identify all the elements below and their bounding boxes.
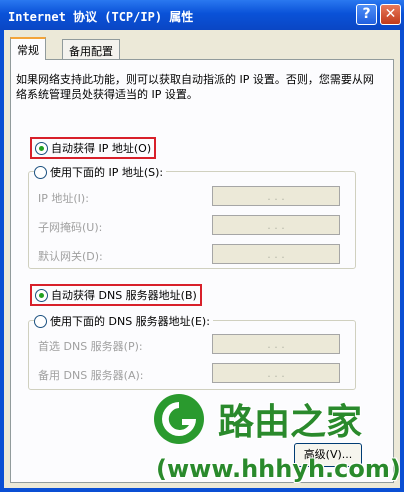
tab-alternate-configuration[interactable]: 备用配置 [62,39,120,59]
ip-auto-label: 自动获得 IP 地址(O) [51,142,152,155]
ip-auto-radio[interactable] [35,141,48,155]
alternate-dns-label: 备用 DNS 服务器(A): [38,369,144,382]
dns-manual-radio[interactable] [34,314,47,328]
watermark-logo-icon [154,394,204,444]
watermark-url-text: (www.hhhyh.com) [156,455,401,483]
ip-manual-radio[interactable] [34,165,47,179]
subnet-mask-label: 子网掩码(U): [38,221,103,234]
default-gateway-label: 默认网关(D): [38,250,103,263]
default-gateway-input[interactable]: . . . [212,244,340,264]
window-title: Internet 协议 (TCP/IP) 属性 [8,10,194,24]
ip-address-value: . . . [267,189,285,203]
close-button[interactable]: ✕ [380,4,401,25]
tab-general[interactable]: 常规 [10,37,46,60]
preferred-dns-label: 首选 DNS 服务器(P): [38,340,143,353]
watermark-brand-text: 路由之家 [218,401,363,443]
ip-address-input[interactable]: . . . [212,186,340,206]
title-bar[interactable]: Internet 协议 (TCP/IP) 属性 ? ✕ [0,0,404,30]
ip-address-label: IP 地址(I): [38,192,89,205]
dns-auto-label: 自动获得 DNS 服务器地址(B) [51,289,197,302]
dns-manual-label: 使用下面的 DNS 服务器地址(E): [50,315,210,328]
ip-manual-option[interactable]: 使用下面的 IP 地址(S): [34,164,167,180]
alternate-dns-input[interactable]: . . . [212,363,340,383]
dns-auto-radio[interactable] [35,288,48,302]
dns-auto-option[interactable]: 自动获得 DNS 服务器地址(B) [30,284,202,306]
ip-auto-option[interactable]: 自动获得 IP 地址(O) [30,137,157,159]
help-button[interactable]: ? [356,4,377,25]
preferred-dns-value: . . . [267,337,285,351]
alternate-dns-value: . . . [267,366,285,380]
description-text: 如果网络支持此功能，则可以获取自动指派的 IP 设置。否则，您需要从网络系统管理… [16,73,374,101]
dns-manual-option[interactable]: 使用下面的 DNS 服务器地址(E): [34,313,213,329]
ip-manual-label: 使用下面的 IP 地址(S): [50,166,164,179]
subnet-mask-value: . . . [267,218,285,232]
tcpip-properties-window: Internet 协议 (TCP/IP) 属性 ? ✕ 常规 备用配置 如果网络… [0,0,404,492]
subnet-mask-input[interactable]: . . . [212,215,340,235]
preferred-dns-input[interactable]: . . . [212,334,340,354]
default-gateway-value: . . . [267,247,285,261]
